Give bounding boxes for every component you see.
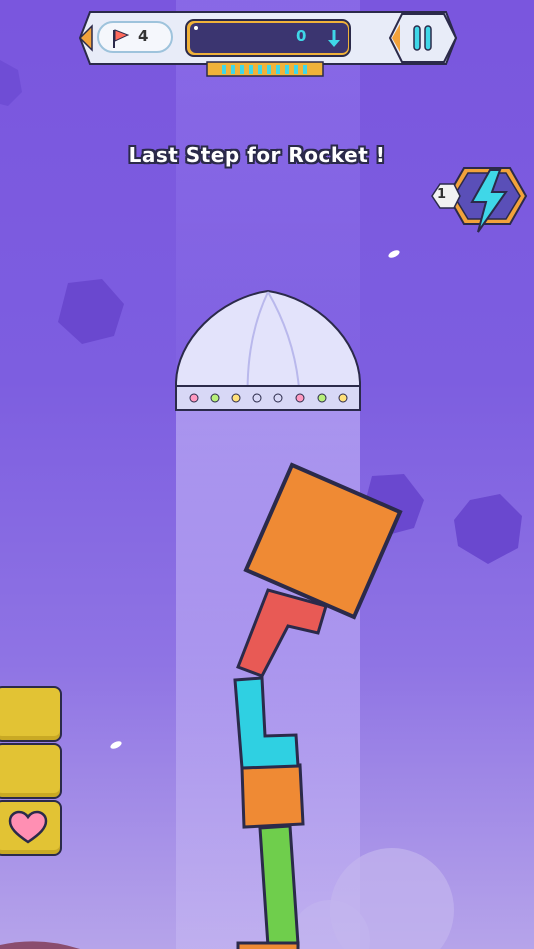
pause-button[interactable]: [392, 14, 454, 62]
side-button-1[interactable]: [0, 686, 62, 742]
flag-panel: [97, 21, 173, 53]
depth-value: 0: [296, 27, 307, 45]
boost-count: 1: [437, 187, 447, 202]
side-button-2[interactable]: [0, 743, 62, 799]
pause-icon: [413, 25, 432, 51]
heart-icon: [8, 810, 48, 844]
life-button[interactable]: [0, 800, 62, 856]
flag-count: 4: [138, 27, 149, 45]
game-stage[interactable]: 4 0 Last Step for Rocket ! 1: [0, 0, 534, 949]
